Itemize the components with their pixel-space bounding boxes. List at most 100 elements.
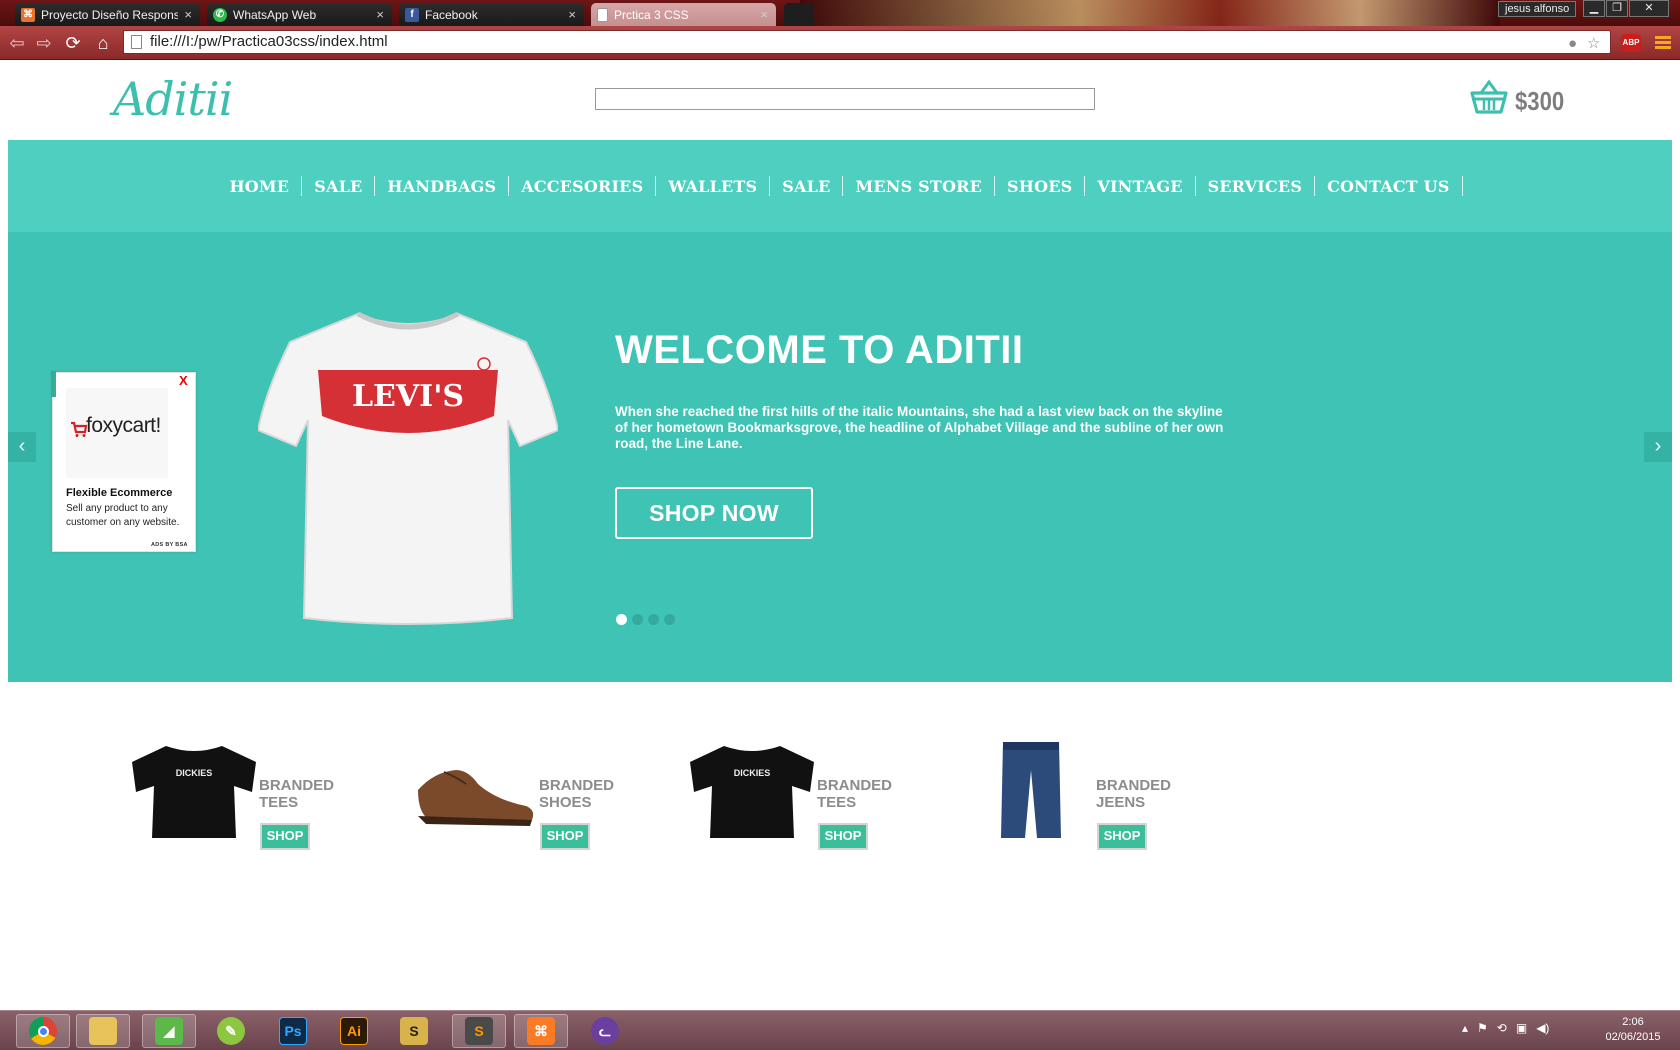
nav-sale-2[interactable]: SALE [770, 177, 842, 196]
tray-expand-icon[interactable]: ▴ [1462, 1021, 1468, 1035]
taskbar-cat-app[interactable]: ᓚ [578, 1014, 632, 1048]
nav-wallets[interactable]: WALLETS [656, 177, 769, 196]
network-icon[interactable]: ▣ [1516, 1021, 1527, 1035]
nav-vintage[interactable]: VINTAGE [1085, 177, 1194, 196]
brown-shoes-image[interactable] [404, 740, 544, 840]
ad-close-button[interactable]: X [179, 373, 188, 388]
taskbar-sublime[interactable]: S [452, 1014, 506, 1048]
page-info-icon[interactable] [131, 35, 142, 49]
nav-handbags[interactable]: HANDBAGS [375, 177, 508, 196]
profile-name[interactable]: jesus alfonso [1498, 1, 1577, 17]
clock[interactable]: 2:06 02/06/2015 [1588, 1015, 1678, 1045]
taskbar-chrome[interactable] [16, 1014, 70, 1048]
close-icon[interactable]: × [760, 7, 768, 22]
slider-dot-4[interactable] [664, 614, 675, 625]
tab-proyecto[interactable]: ⌘ Proyecto Diseño Responsi × [15, 3, 200, 26]
product-name: BRANDED TEES [817, 777, 927, 811]
search-input[interactable] [595, 88, 1095, 110]
black-tee-image[interactable]: DICKIES [682, 740, 822, 840]
ads-by-bsa[interactable]: ADS BY BSA [151, 542, 188, 548]
bookmark-star-icon[interactable]: ☆ [1587, 33, 1600, 55]
back-icon[interactable]: ⇦ [6, 32, 28, 54]
forward-icon[interactable]: ⇨ [33, 32, 55, 54]
taskbar-photoshop[interactable]: Ps [266, 1014, 320, 1048]
slider-dot-1[interactable] [616, 614, 627, 625]
new-tab-button[interactable] [784, 3, 814, 26]
nav-home[interactable]: HOME [217, 177, 301, 196]
taskbar-sql[interactable]: S [387, 1014, 441, 1048]
product-card: DICKIES BRANDED TEES SHOP [124, 740, 404, 860]
sync-icon[interactable]: ⟲ [1497, 1021, 1507, 1035]
camtasia-icon: ◢ [155, 1017, 183, 1045]
ad-logo-box[interactable]: foxycart! [66, 388, 168, 478]
close-window-icon[interactable]: ✕ [1629, 0, 1669, 17]
lightbulb-icon[interactable]: ● [1568, 33, 1577, 55]
photoshop-icon: Ps [279, 1017, 307, 1045]
tee-print: DICKIES [176, 768, 213, 778]
slider-prev-button[interactable]: ‹ [8, 432, 36, 462]
taskbar-illustrator[interactable]: Ai [327, 1014, 381, 1048]
shop-now-button[interactable]: SHOP NOW [615, 487, 813, 539]
close-icon[interactable]: × [376, 7, 384, 22]
nav-accesories[interactable]: ACCESORIES [509, 177, 655, 196]
menu-icon[interactable] [1655, 36, 1671, 50]
tab-practica[interactable]: Prctica 3 CSS × [591, 3, 776, 26]
flag-icon[interactable]: ⚑ [1477, 1021, 1488, 1035]
home-icon[interactable]: ⌂ [92, 32, 114, 54]
product-name-line1: BRANDED [1096, 777, 1171, 794]
slider-dot-2[interactable] [632, 614, 643, 625]
url-text: file:///I:/pw/Practica03css/index.html [150, 33, 388, 50]
web-page: Aditii $300 HOME SALE HANDBAGS ACCESORIE… [0, 60, 1680, 1010]
nav-sale[interactable]: SALE [302, 177, 374, 196]
slider-next-button[interactable]: › [1644, 432, 1672, 462]
tab-whatsapp[interactable]: ✆ WhatsApp Web × [207, 3, 392, 26]
product-name: BRANDED TEES [259, 777, 369, 811]
hero-title: WELCOME TO ADITII [615, 328, 1024, 372]
nav-contact-us[interactable]: CONTACT US [1315, 177, 1461, 196]
volume-icon[interactable]: ◀) [1536, 1021, 1549, 1035]
clock-time: 2:06 [1622, 1016, 1644, 1028]
shop-button[interactable]: SHOP [540, 823, 590, 850]
cat-icon: ᓚ [591, 1017, 619, 1045]
tab-facebook[interactable]: f Facebook × [399, 3, 584, 26]
product-name-line2: JEENS [1096, 794, 1146, 811]
nav-shoes[interactable]: SHOES [995, 177, 1084, 196]
address-bar[interactable]: file:///I:/pw/Practica03css/index.html ●… [123, 30, 1611, 54]
restore-icon[interactable]: ❐ [1606, 0, 1628, 17]
product-name-line2: TEES [259, 794, 299, 811]
nav-mens-store[interactable]: MENS STORE [843, 177, 994, 196]
reload-icon[interactable]: ⟳ [62, 32, 84, 54]
product-row: DICKIES BRANDED TEES SHOP BRANDED SHOES … [0, 740, 1680, 860]
levis-tshirt-image: LEVI'S [258, 311, 558, 625]
taskbar-explorer[interactable] [76, 1014, 130, 1048]
slider-dots [616, 614, 675, 625]
foxycart-ad[interactable]: X foxycart! Flexible Ecommerce Sell any … [51, 371, 196, 552]
taskbar-xampp[interactable]: ⌘ [514, 1014, 568, 1048]
minimize-icon[interactable]: ▁ [1583, 0, 1605, 17]
blue-jeans-image[interactable] [961, 740, 1101, 840]
cart-total[interactable]: $300 [1515, 86, 1564, 117]
theme-background [800, 0, 1500, 26]
product-card: BRANDED SHOES SHOP [404, 740, 684, 860]
basket-icon[interactable] [1469, 78, 1509, 116]
illustrator-icon: Ai [340, 1017, 368, 1045]
ad-body: Sell any product to any customer on any … [66, 503, 180, 528]
adblock-icon[interactable]: ABP [1621, 34, 1641, 52]
site-logo[interactable]: Aditii [113, 72, 233, 126]
black-tee-image[interactable]: DICKIES [124, 740, 264, 840]
product-name-line1: BRANDED [817, 777, 892, 794]
windows-taskbar: ◢ ✎ Ps Ai S S ⌘ ᓚ ▴ ⚑ ⟲ ▣ ◀) 2:06 02/06/… [0, 1010, 1680, 1050]
nav-services[interactable]: SERVICES [1196, 177, 1314, 196]
taskbar-camtasia[interactable]: ◢ [142, 1014, 196, 1048]
nav-separator [508, 176, 510, 196]
product-name-line1: BRANDED [539, 777, 614, 794]
product-name-line1: BRANDED [259, 777, 334, 794]
shop-button[interactable]: SHOP [818, 823, 868, 850]
shop-button[interactable]: SHOP [260, 823, 310, 850]
slider-dot-3[interactable] [648, 614, 659, 625]
close-icon[interactable]: × [184, 7, 192, 22]
close-icon[interactable]: × [568, 7, 576, 22]
shop-button[interactable]: SHOP [1097, 823, 1147, 850]
nav-separator [994, 176, 996, 196]
taskbar-corel[interactable]: ✎ [204, 1014, 258, 1048]
